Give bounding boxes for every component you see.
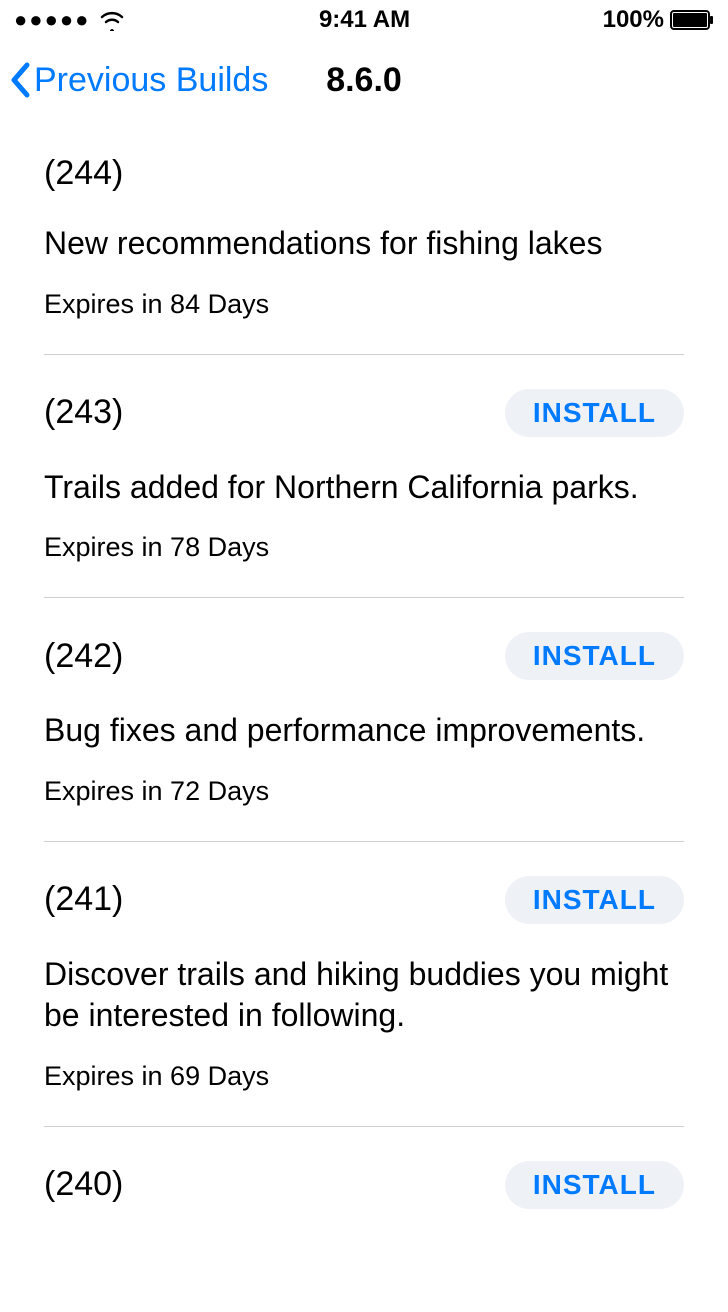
page-title: 8.6.0 (326, 61, 402, 100)
install-button[interactable]: INSTALL (505, 876, 684, 924)
build-item: (240) INSTALL (44, 1127, 684, 1273)
status-bar: ●●●●● 9:41 AM 100% (0, 0, 728, 40)
back-button[interactable]: Previous Builds (8, 61, 268, 100)
build-expiry: Expires in 84 Days (44, 289, 684, 320)
build-header: (243) INSTALL (44, 389, 684, 437)
build-description: Discover trails and hiking buddies you m… (44, 954, 684, 1037)
build-item: (244) New recommendations for fishing la… (44, 120, 684, 355)
builds-list: (244) New recommendations for fishing la… (0, 120, 728, 1273)
install-button[interactable]: INSTALL (505, 632, 684, 680)
battery-icon (670, 10, 714, 30)
build-description: Bug fixes and performance improvements. (44, 710, 684, 752)
build-header: (242) INSTALL (44, 632, 684, 680)
nav-bar: Previous Builds 8.6.0 (0, 40, 728, 120)
install-button[interactable]: INSTALL (505, 1161, 684, 1209)
battery-percent: 100% (603, 6, 664, 34)
build-number: (243) (44, 393, 123, 432)
install-button[interactable]: INSTALL (505, 389, 684, 437)
build-description: New recommendations for fishing lakes (44, 223, 684, 265)
signal-dots-icon: ●●●●● (14, 7, 90, 33)
build-number: (241) (44, 880, 123, 919)
status-left: ●●●●● (14, 7, 126, 33)
status-time: 9:41 AM (319, 6, 410, 34)
build-number: (242) (44, 637, 123, 676)
build-number: (240) (44, 1165, 123, 1204)
build-header: (244) (44, 154, 684, 193)
chevron-left-icon (8, 61, 32, 99)
build-header: (240) INSTALL (44, 1161, 684, 1209)
build-number: (244) (44, 154, 123, 193)
back-label: Previous Builds (34, 61, 268, 100)
build-item: (241) INSTALL Discover trails and hiking… (44, 842, 684, 1127)
build-expiry: Expires in 72 Days (44, 776, 684, 807)
build-header: (241) INSTALL (44, 876, 684, 924)
build-item: (242) INSTALL Bug fixes and performance … (44, 598, 684, 842)
build-description: Trails added for Northern California par… (44, 467, 684, 509)
build-expiry: Expires in 69 Days (44, 1061, 684, 1092)
wifi-icon (98, 9, 126, 31)
build-expiry: Expires in 78 Days (44, 532, 684, 563)
status-right: 100% (603, 6, 714, 34)
build-item: (243) INSTALL Trails added for Northern … (44, 355, 684, 599)
